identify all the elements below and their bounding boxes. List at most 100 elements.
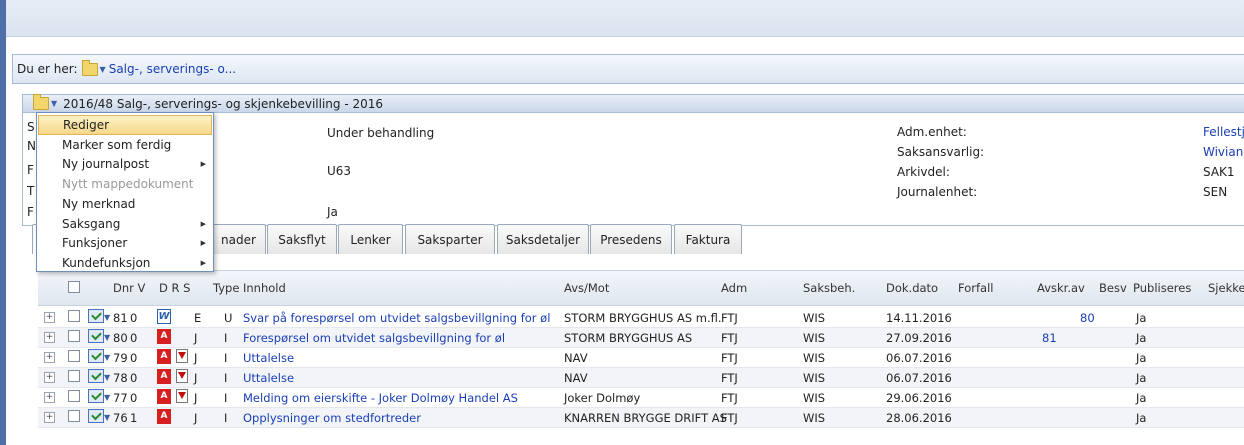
expand-icon[interactable]: +: [44, 352, 55, 363]
breadcrumb: Du er her: ▼ Salg-, serverings- o...: [12, 54, 1244, 84]
flag-icon[interactable]: [176, 369, 188, 383]
table-row[interactable]: + ▼ 79 0 A J I Uttalelse NAV FTJ WIS 06.…: [38, 348, 1244, 368]
chevron-down-icon[interactable]: ▼: [100, 65, 106, 74]
col-saksbeh[interactable]: Saksbeh.: [803, 281, 855, 295]
flag-icon[interactable]: [176, 389, 188, 403]
row-checkbox[interactable]: [68, 310, 80, 322]
row-checkbox[interactable]: [68, 370, 80, 382]
row-dokdato: 28.06.2016: [886, 411, 952, 425]
row-checkbox[interactable]: [68, 330, 80, 342]
arkivdel-value: SAK1: [1203, 165, 1235, 179]
menu-item-ny-journalpost[interactable]: Ny journalpost ▶: [38, 154, 212, 174]
row-checkbox[interactable]: [68, 410, 80, 422]
row-menu-chevron-icon[interactable]: ▼: [104, 313, 110, 322]
mail-icon[interactable]: [88, 409, 104, 423]
flag-icon[interactable]: [176, 349, 188, 363]
row-menu-chevron-icon[interactable]: ▼: [104, 413, 110, 422]
row-menu-chevron-icon[interactable]: ▼: [104, 393, 110, 402]
col-avsmot[interactable]: Avs/Mot: [564, 281, 609, 295]
case-menu-chevron-icon[interactable]: ▼: [51, 99, 57, 108]
pdf-icon[interactable]: A: [157, 389, 171, 404]
row-avskrav-link[interactable]: 81: [1042, 331, 1057, 345]
col-publiseres[interactable]: Publiseres: [1133, 281, 1191, 295]
tab-merknader[interactable]: nader: [211, 224, 266, 254]
col-avskrav[interactable]: Avskr.av: [1037, 281, 1085, 295]
col-besv[interactable]: Besv: [1099, 281, 1127, 295]
row-innhold-link[interactable]: Uttalelse: [243, 351, 294, 365]
row-version: 0: [130, 371, 138, 385]
adm-enhet-link[interactable]: Fellestj: [1203, 125, 1244, 139]
row-type: I: [224, 371, 228, 385]
menu-item-rediger[interactable]: Rediger: [38, 115, 212, 135]
expand-icon[interactable]: +: [44, 372, 55, 383]
row-innhold-link[interactable]: Uttalelse: [243, 371, 294, 385]
row-menu-chevron-icon[interactable]: ▼: [104, 333, 110, 342]
col-innhold[interactable]: Innhold: [243, 281, 286, 295]
menu-item-ny-merknad[interactable]: Ny merknad: [38, 194, 212, 214]
expand-icon[interactable]: +: [44, 312, 55, 323]
word-document-icon[interactable]: W: [157, 309, 171, 324]
row-besv-link[interactable]: 80: [1080, 311, 1095, 325]
col-forfall[interactable]: Forfall: [958, 281, 993, 295]
row-innhold-link[interactable]: Forespørsel om utvidet salgsbevillgning …: [243, 331, 505, 345]
menu-item-marker-som-ferdig[interactable]: Marker som ferdig: [38, 135, 212, 155]
col-adm[interactable]: Adm: [721, 281, 747, 295]
menu-item-saksgang[interactable]: Saksgang ▶: [38, 214, 212, 234]
tab-saksflyt[interactable]: Saksflyt: [267, 224, 337, 254]
row-publiseres: Ja: [1136, 351, 1147, 365]
row-saksbeh: WIS: [803, 371, 826, 385]
row-avsmot: NAV: [564, 371, 588, 385]
expand-icon[interactable]: +: [44, 412, 55, 423]
menu-item-funksjoner[interactable]: Funksjoner ▶: [38, 233, 212, 253]
mail-icon[interactable]: [88, 389, 104, 403]
col-dokdato[interactable]: Dok.dato: [886, 281, 938, 295]
table-row[interactable]: + ▼ 77 0 A J I Melding om eierskifte - J…: [38, 388, 1244, 408]
pdf-icon[interactable]: A: [157, 329, 171, 344]
row-checkbox[interactable]: [68, 390, 80, 402]
row-status: E: [194, 311, 202, 325]
table-row[interactable]: + ▼ 78 0 A J I Uttalelse NAV FTJ WIS 06.…: [38, 368, 1244, 388]
menu-item-label: Nytt mappedokument: [62, 177, 194, 191]
saksansvarlig-link[interactable]: Wiviann: [1203, 145, 1244, 159]
col-dnr[interactable]: Dnr V: [113, 281, 145, 295]
expand-icon[interactable]: +: [44, 392, 55, 403]
row-type: I: [224, 331, 228, 345]
breadcrumb-link[interactable]: Salg-, serverings- o...: [109, 62, 236, 76]
tab-saksparter[interactable]: Saksparter: [405, 224, 495, 254]
tab-faktura[interactable]: Faktura: [674, 224, 742, 254]
table-row[interactable]: + ▼ 76 1 A J I Opplysninger om stedfortr…: [38, 408, 1244, 428]
mail-icon[interactable]: [88, 309, 104, 323]
col-type[interactable]: Type: [213, 281, 239, 295]
folder-icon[interactable]: [81, 59, 98, 76]
pdf-icon[interactable]: A: [157, 369, 171, 384]
col-sjekke[interactable]: Sjekke: [1208, 281, 1244, 295]
mail-icon[interactable]: [88, 329, 104, 343]
row-dnr: 81: [113, 311, 128, 325]
tab-presedens[interactable]: Presedens: [590, 224, 672, 254]
breadcrumb-label: Du er her:: [17, 62, 78, 76]
row-menu-chevron-icon[interactable]: ▼: [104, 373, 110, 382]
select-all-checkbox[interactable]: [68, 281, 80, 293]
table-row[interactable]: + ▼ 80 0 A J I Forespørsel om utvidet sa…: [38, 328, 1244, 348]
mail-icon[interactable]: [88, 349, 104, 363]
mail-icon[interactable]: [88, 369, 104, 383]
journalenhet-value: SEN: [1203, 185, 1228, 199]
row-dnr: 77: [113, 391, 128, 405]
col-drs[interactable]: D R S: [159, 281, 190, 295]
row-innhold-link[interactable]: Melding om eierskifte - Joker Dolmøy Han…: [243, 391, 518, 405]
row-menu-chevron-icon[interactable]: ▼: [104, 353, 110, 362]
tab-lenker[interactable]: Lenker: [338, 224, 403, 254]
expand-icon[interactable]: +: [44, 332, 55, 343]
pdf-icon[interactable]: A: [157, 409, 171, 424]
row-innhold-link[interactable]: Svar på forespørsel om utvidet salgsbevi…: [243, 311, 550, 325]
row-checkbox[interactable]: [68, 350, 80, 362]
context-menu: Rediger Marker som ferdig Ny journalpost…: [36, 112, 214, 272]
table-row[interactable]: + ▼ 81 0 W E U Svar på forespørsel om ut…: [38, 308, 1244, 328]
row-publiseres: Ja: [1136, 331, 1147, 345]
case-folder-icon[interactable]: [33, 94, 49, 110]
tab-saksdetaljer[interactable]: Saksdetaljer: [497, 224, 589, 254]
pdf-icon[interactable]: A: [157, 349, 171, 364]
top-toolbar-band: [6, 0, 1244, 37]
menu-item-kundefunksjon[interactable]: Kundefunksjon ▶: [38, 253, 212, 273]
row-innhold-link[interactable]: Opplysninger om stedfortreder: [243, 411, 421, 425]
